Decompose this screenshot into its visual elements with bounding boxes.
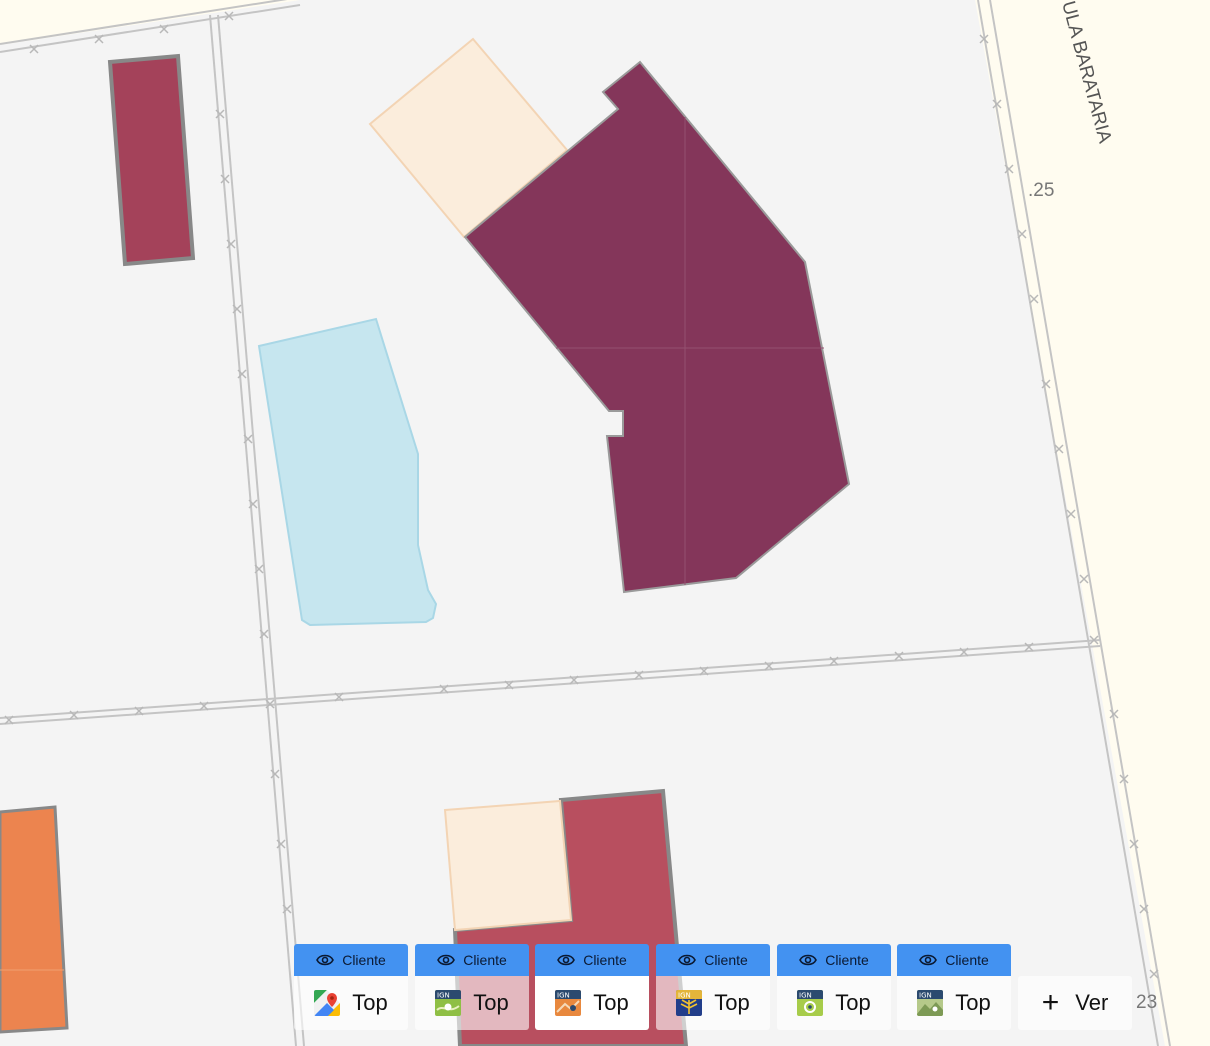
map-canvas[interactable]: ULA BARATARIA .25 23 xyxy=(0,0,1210,1046)
visibility-label: Cliente xyxy=(945,952,989,968)
layer-card-2: Cliente IGN Top xyxy=(415,944,529,1030)
svg-text:IGN: IGN xyxy=(919,992,932,1000)
svg-text:IGN: IGN xyxy=(557,992,570,1000)
visibility-toggle[interactable]: Cliente xyxy=(535,944,649,976)
layer-card-6: Cliente IGN Top xyxy=(897,944,1011,1030)
visibility-label: Cliente xyxy=(704,952,748,968)
visibility-toggle[interactable]: Cliente xyxy=(294,944,408,976)
svg-text:IGN: IGN xyxy=(437,992,450,1000)
ign-orange-map-icon: IGN xyxy=(555,990,582,1016)
visibility-label: Cliente xyxy=(825,952,869,968)
eye-icon xyxy=(437,954,456,966)
base-layer-button[interactable]: IGN Top xyxy=(415,976,529,1030)
base-layer-label: Top xyxy=(593,990,629,1015)
house-number-25: .25 xyxy=(1028,180,1054,201)
base-layer-label: Top xyxy=(835,990,871,1015)
base-layer-button[interactable]: IGN Top xyxy=(656,976,770,1030)
base-layer-button-active[interactable]: IGN Top xyxy=(535,976,649,1030)
svg-text:IGN: IGN xyxy=(799,992,812,1000)
visibility-toggle[interactable]: Cliente xyxy=(656,944,770,976)
layer-card-5: Cliente IGN Top xyxy=(777,944,891,1030)
ign-green-map-icon: IGN xyxy=(797,990,824,1016)
annex-south[interactable] xyxy=(443,799,573,932)
base-layer-button[interactable]: Top xyxy=(294,976,408,1030)
base-layer-label: Top xyxy=(714,990,750,1015)
layer-switcher: Cliente Top Cliente IGN Top Cliente IGN … xyxy=(294,944,1194,1030)
visibility-toggle[interactable]: Cliente xyxy=(415,944,529,976)
ign-camino-icon: IGN xyxy=(676,990,703,1016)
plus-icon: + xyxy=(1041,986,1060,1019)
ign-terrain-icon: IGN xyxy=(917,990,944,1016)
layer-card-4: Cliente IGN Top xyxy=(656,944,770,1030)
building-small-north[interactable] xyxy=(107,53,196,267)
svg-text:IGN: IGN xyxy=(678,992,691,1000)
google-maps-icon xyxy=(314,990,341,1016)
visibility-toggle[interactable]: Cliente xyxy=(897,944,1011,976)
layer-card-1: Cliente Top xyxy=(294,944,408,1030)
more-layers-button[interactable]: + Ver xyxy=(1018,976,1132,1030)
more-layers-label: Ver xyxy=(1075,990,1109,1015)
layer-card-3: Cliente IGN Top xyxy=(535,944,649,1030)
base-layer-label: Top xyxy=(473,990,509,1015)
base-layer-button[interactable]: IGN Top xyxy=(897,976,1011,1030)
ign-topo-icon: IGN xyxy=(435,990,462,1016)
base-layer-label: Top xyxy=(352,990,388,1015)
eye-icon xyxy=(557,954,576,966)
eye-icon xyxy=(799,954,818,966)
eye-icon xyxy=(678,954,697,966)
building-west[interactable] xyxy=(0,805,69,1034)
base-layer-button[interactable]: IGN Top xyxy=(777,976,891,1030)
eye-icon xyxy=(316,954,335,966)
visibility-label: Cliente xyxy=(583,952,627,968)
eye-icon xyxy=(919,954,938,966)
visibility-toggle[interactable]: Cliente xyxy=(777,944,891,976)
visibility-label: Cliente xyxy=(342,952,386,968)
visibility-label: Cliente xyxy=(463,952,507,968)
base-layer-label: Top xyxy=(955,990,991,1015)
